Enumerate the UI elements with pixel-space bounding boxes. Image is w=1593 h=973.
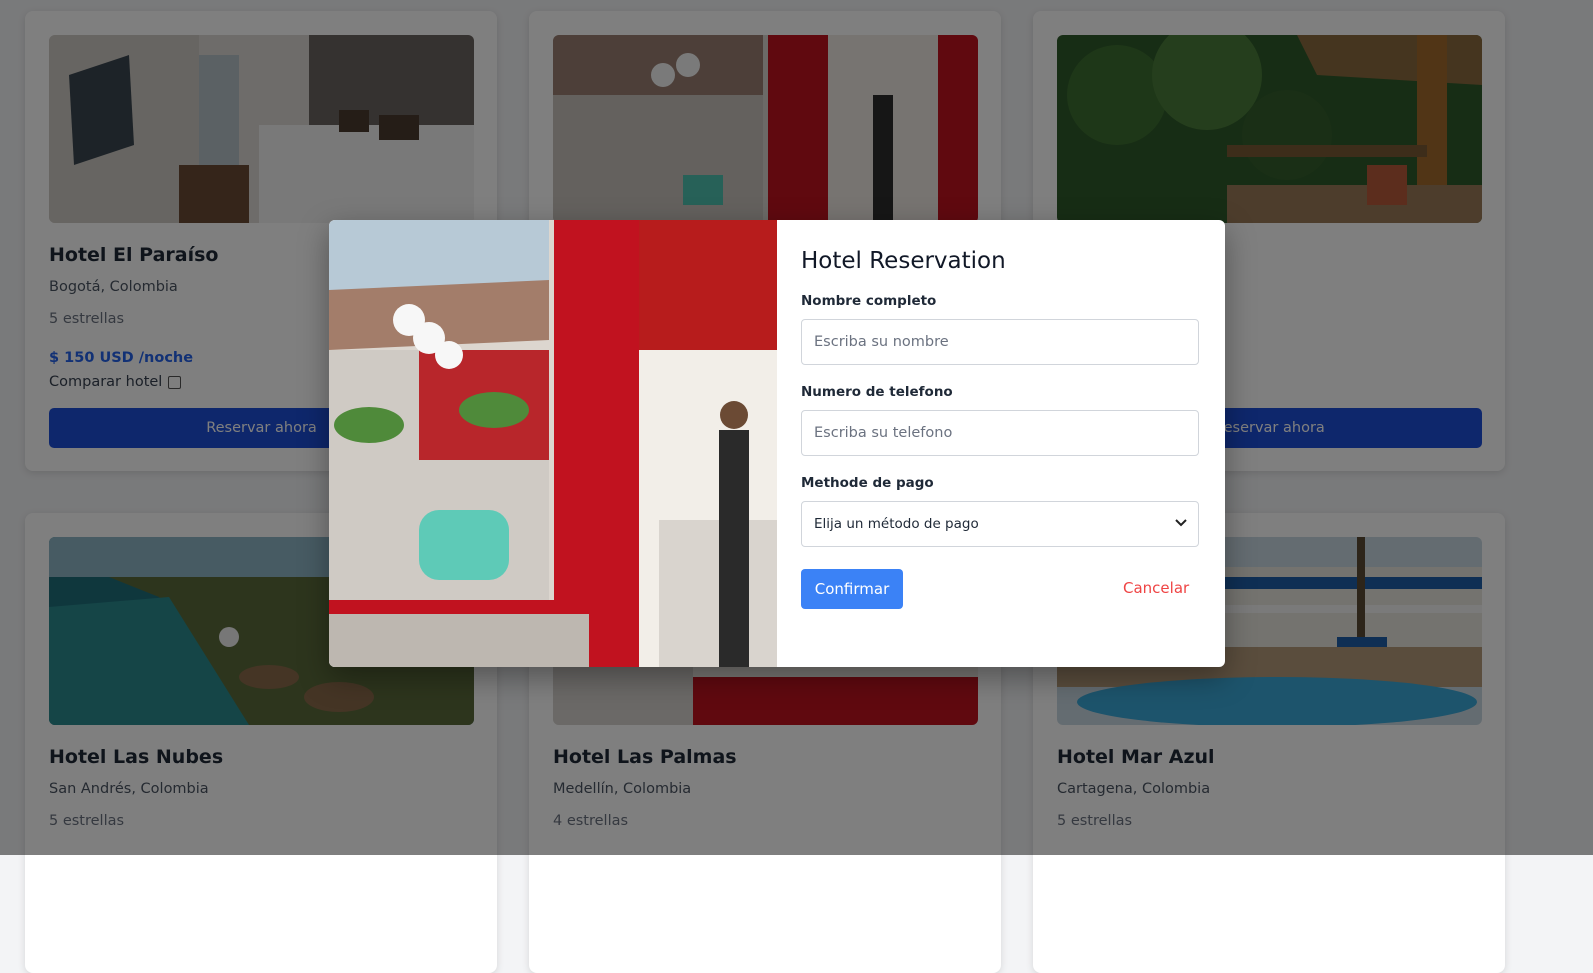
- name-label: Nombre completo: [801, 293, 937, 309]
- cancel-button[interactable]: Cancelar: [1123, 579, 1189, 597]
- modal-hotel-image: [329, 220, 777, 667]
- name-input[interactable]: [801, 319, 1199, 365]
- reservation-form: Hotel Reservation Nombre completo Numero…: [801, 220, 1201, 667]
- modal-title: Hotel Reservation: [801, 248, 1006, 274]
- phone-label: Numero de telefono: [801, 384, 953, 400]
- payment-label: Methode de pago: [801, 475, 934, 491]
- payment-select[interactable]: Elija un método de pago: [801, 501, 1199, 547]
- reservation-modal: Hotel Reservation Nombre completo Numero…: [329, 220, 1225, 667]
- phone-input[interactable]: [801, 410, 1199, 456]
- payment-selected-value: Elija un método de pago: [814, 516, 979, 532]
- confirm-button[interactable]: Confirmar: [801, 569, 903, 609]
- chevron-down-icon: [1175, 519, 1187, 527]
